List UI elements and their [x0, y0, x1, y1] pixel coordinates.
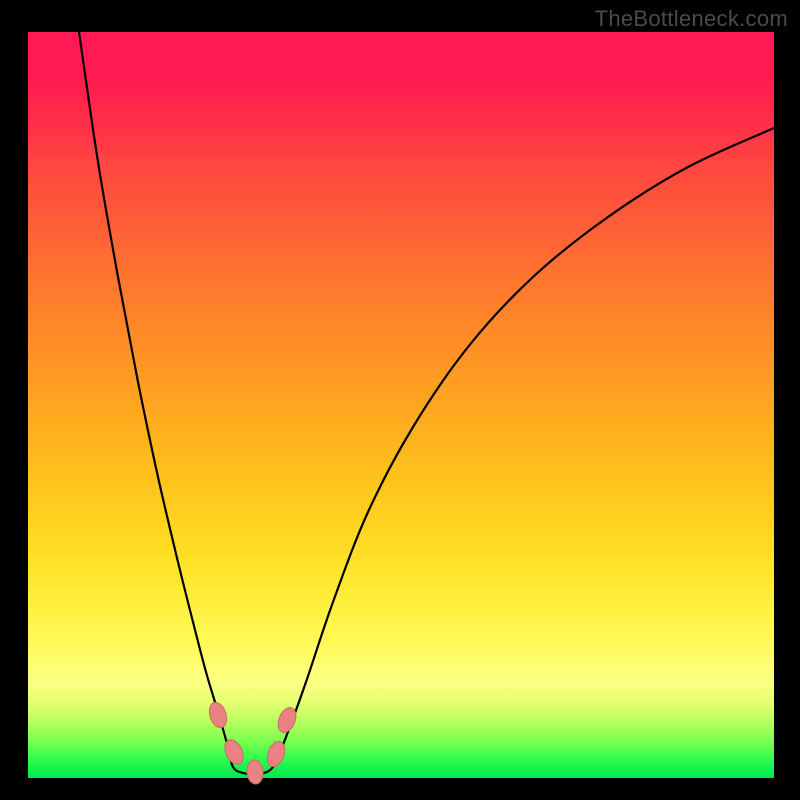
- watermark-text: TheBottleneck.com: [595, 6, 788, 32]
- curve-markers-group: [206, 700, 299, 784]
- curve-marker: [246, 759, 264, 784]
- bottleneck-curve-path: [79, 32, 774, 774]
- bottleneck-curve-svg: [28, 32, 774, 778]
- curve-marker: [206, 700, 229, 730]
- chart-plot-area: [28, 32, 774, 778]
- curve-marker: [221, 737, 246, 767]
